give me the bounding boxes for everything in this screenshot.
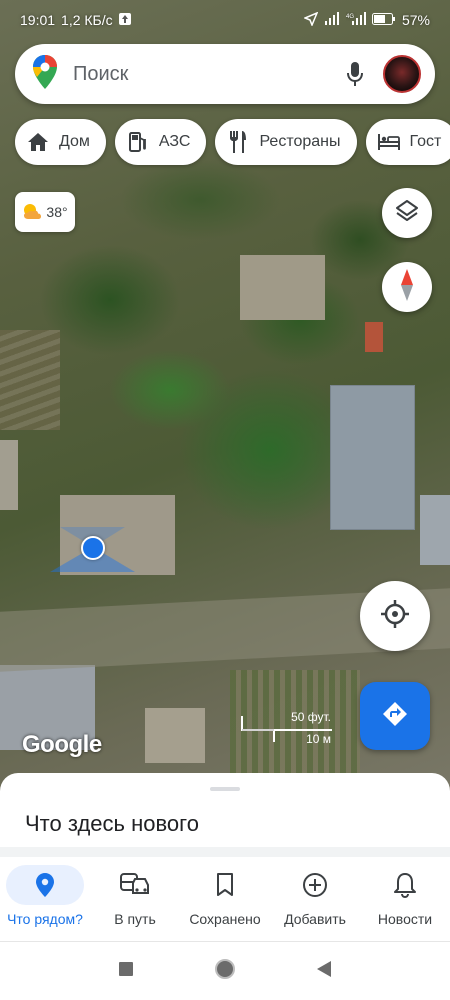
chip-label: Гост: [409, 133, 442, 150]
chip-hotels[interactable]: Гост: [365, 119, 450, 165]
map-roof: [240, 255, 325, 320]
compass-button[interactable]: [382, 262, 432, 312]
svg-text:4G: 4G: [346, 14, 354, 20]
bookmark-icon: [186, 865, 264, 905]
system-navigation-bar: [0, 942, 450, 1000]
gas-station-icon: [127, 131, 149, 153]
nav-label: Добавить: [284, 911, 346, 927]
my-location-button[interactable]: [360, 581, 430, 651]
chip-label: АЗС: [158, 133, 191, 150]
commute-icon: [96, 865, 174, 905]
upload-icon: [118, 12, 131, 28]
layers-button[interactable]: [382, 188, 432, 238]
nav-explore[interactable]: Что рядом?: [0, 857, 90, 941]
nav-label: Новости: [377, 911, 433, 927]
status-time: 19:01: [20, 12, 56, 28]
home-button[interactable]: [214, 958, 236, 985]
map-roof: [330, 385, 415, 530]
nav-updates[interactable]: Новости: [360, 857, 450, 941]
sheet-divider: [0, 847, 450, 857]
mic-icon[interactable]: [337, 56, 373, 92]
nav-commute[interactable]: В путь: [90, 857, 180, 941]
partly-sunny-icon: [22, 203, 42, 222]
map-roof: [420, 495, 450, 565]
map-building: [365, 322, 383, 352]
bell-icon: [366, 865, 444, 905]
bottom-navigation: Что рядом? В путь Сохранено Добавить Нов…: [0, 857, 450, 942]
avatar[interactable]: [383, 55, 421, 93]
my-location-dot: [81, 536, 105, 560]
chip-gas-station[interactable]: АЗС: [114, 119, 207, 165]
search-input[interactable]: Поиск: [73, 63, 337, 86]
chip-home[interactable]: Дом: [15, 119, 106, 165]
layers-icon: [395, 199, 419, 228]
sheet-title: Что здесь нового: [25, 811, 199, 836]
bottom-sheet[interactable]: Что здесь нового: [0, 773, 450, 853]
weather-temperature: 38°: [46, 204, 68, 220]
sheet-drag-handle[interactable]: [210, 787, 240, 791]
home-icon: [27, 131, 49, 153]
restaurant-icon: [227, 131, 249, 153]
4g-signal-icon: 4G: [346, 11, 366, 29]
map-scale: 50 фут. 10 м: [240, 710, 335, 746]
back-button[interactable]: [316, 960, 332, 983]
nav-contribute[interactable]: Добавить: [270, 857, 360, 941]
compass-icon: [399, 268, 415, 306]
nav-label: В путь: [114, 911, 156, 927]
crosshair-icon: [380, 599, 410, 634]
map-roof: [0, 440, 18, 510]
scale-feet: 50 фут.: [291, 710, 331, 724]
nav-label: Что рядом?: [7, 911, 83, 927]
place-pin-icon: [6, 865, 84, 905]
scale-meters: 10 м: [306, 732, 331, 746]
battery-icon: [371, 12, 396, 28]
signal-icon: [324, 11, 340, 29]
chip-label: Рестораны: [259, 133, 341, 150]
chip-restaurants[interactable]: Рестораны: [215, 119, 357, 165]
nav-saved[interactable]: Сохранено: [180, 857, 270, 941]
location-arrow-icon: [302, 11, 319, 29]
google-logo: Google: [22, 731, 102, 758]
chip-label: Дом: [59, 133, 90, 150]
status-bar: 19:01 1,2 КБ/с 4G 57%: [0, 0, 450, 40]
hotel-icon: [377, 131, 400, 153]
search-bar[interactable]: Поиск: [15, 44, 435, 104]
directions-icon: [382, 701, 408, 732]
weather-badge[interactable]: 38°: [15, 192, 75, 232]
map-roof: [145, 708, 205, 763]
recents-button[interactable]: [118, 961, 134, 982]
directions-button[interactable]: [360, 682, 430, 750]
nav-label: Сохранено: [189, 911, 261, 927]
map-garden-rows: [0, 330, 60, 430]
status-network-speed: 1,2 КБ/с: [61, 12, 113, 28]
maps-pin-logo-icon: [33, 54, 57, 94]
category-chips: Дом АЗС Рестораны Гост: [15, 119, 450, 165]
add-circle-icon: [276, 865, 354, 905]
status-battery: 57%: [401, 12, 430, 28]
